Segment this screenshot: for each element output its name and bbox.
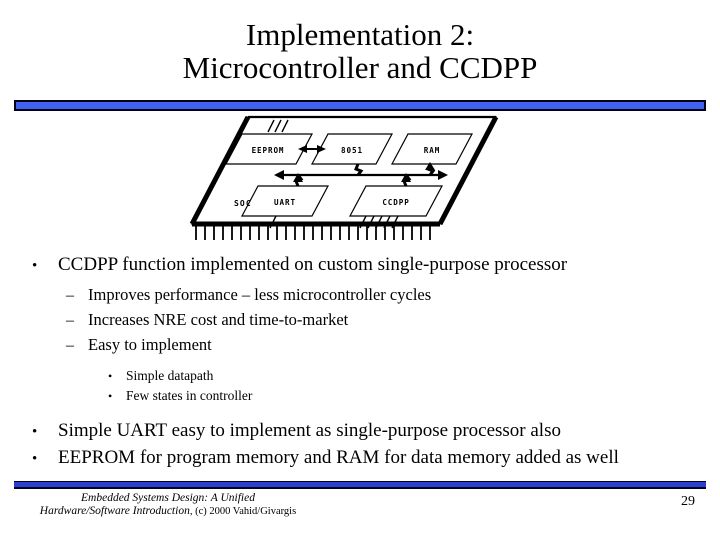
- bullet-text: Simple UART easy to implement as single-…: [58, 419, 561, 441]
- svg-text:UART: UART: [274, 198, 296, 207]
- chip-label: SOC: [234, 199, 252, 208]
- bullet-text: EEPROM for program memory and RAM for da…: [58, 446, 619, 468]
- bullet-text: Simple datapath: [126, 368, 214, 384]
- dash-marker-icon: –: [66, 287, 74, 305]
- title-divider-bar: [14, 100, 706, 111]
- bullet-l1-eeprom-ram: • EEPROM for program memory and RAM for …: [32, 445, 720, 470]
- footer-line-1: Embedded Systems Design: A Unified: [81, 492, 255, 504]
- bullet-l2-easy-to-implement: – Easy to implement: [66, 333, 720, 358]
- svg-text:8051: 8051: [341, 146, 363, 155]
- bullet-l2-increases-nre: – Increases NRE cost and time-to-market: [66, 308, 720, 333]
- page-title: Implementation 2: Microcontroller and CC…: [0, 18, 720, 84]
- dash-marker-icon: –: [66, 311, 74, 329]
- bullet-l1-simple-uart: • Simple UART easy to implement as singl…: [32, 418, 720, 443]
- bullet-l2-improves-performance: – Improves performance – less microcontr…: [66, 283, 720, 308]
- page-number: 29: [681, 494, 695, 509]
- bullet-marker-icon: •: [108, 369, 113, 384]
- slide-body: • CCDPP function implemented on custom s…: [0, 252, 720, 472]
- bullet-text: Easy to implement: [88, 334, 212, 354]
- bullet-l1-ccdpp: • CCDPP function implemented on custom s…: [32, 252, 720, 277]
- svg-text:RAM: RAM: [424, 146, 440, 155]
- footer-copyright: , (c) 2000 Vahid/Givargis: [189, 506, 297, 518]
- bullet-text: Improves performance – less microcontrol…: [88, 285, 432, 305]
- svg-text:EEPROM: EEPROM: [252, 146, 285, 155]
- title-line-2: Microcontroller and CCDPP: [182, 50, 538, 86]
- bullet-l3-simple-datapath: • Simple datapath: [108, 366, 720, 386]
- slide-canvas: Implementation 2: Microcontroller and CC…: [0, 0, 720, 540]
- footer-credit: Embedded Systems Design: A Unified Hardw…: [8, 492, 328, 519]
- footer-line-2: Hardware/Software Introduction, (c) 2000…: [8, 505, 328, 518]
- soc-chip-diagram: EEPROM 8051 RAM UART CCDPP SOC: [180, 112, 520, 252]
- title-line-1: Implementation 2:: [245, 17, 475, 52]
- bullet-marker-icon: •: [32, 423, 38, 440]
- bullet-text: CCDPP function implemented on custom sin…: [58, 254, 568, 275]
- bullet-marker-icon: •: [108, 388, 113, 403]
- footer-divider-bar: [14, 481, 706, 489]
- footer-book-title: Hardware/Software Introduction: [39, 505, 190, 518]
- bullet-l3-few-states: • Few states in controller: [108, 386, 720, 406]
- bullet-marker-icon: •: [32, 258, 38, 274]
- bullet-text: Increases NRE cost and time-to-market: [88, 309, 349, 329]
- bullet-marker-icon: •: [32, 450, 38, 467]
- svg-text:CCDPP: CCDPP: [382, 198, 409, 207]
- dash-marker-icon: –: [66, 336, 74, 354]
- bullet-text: Few states in controller: [126, 387, 253, 403]
